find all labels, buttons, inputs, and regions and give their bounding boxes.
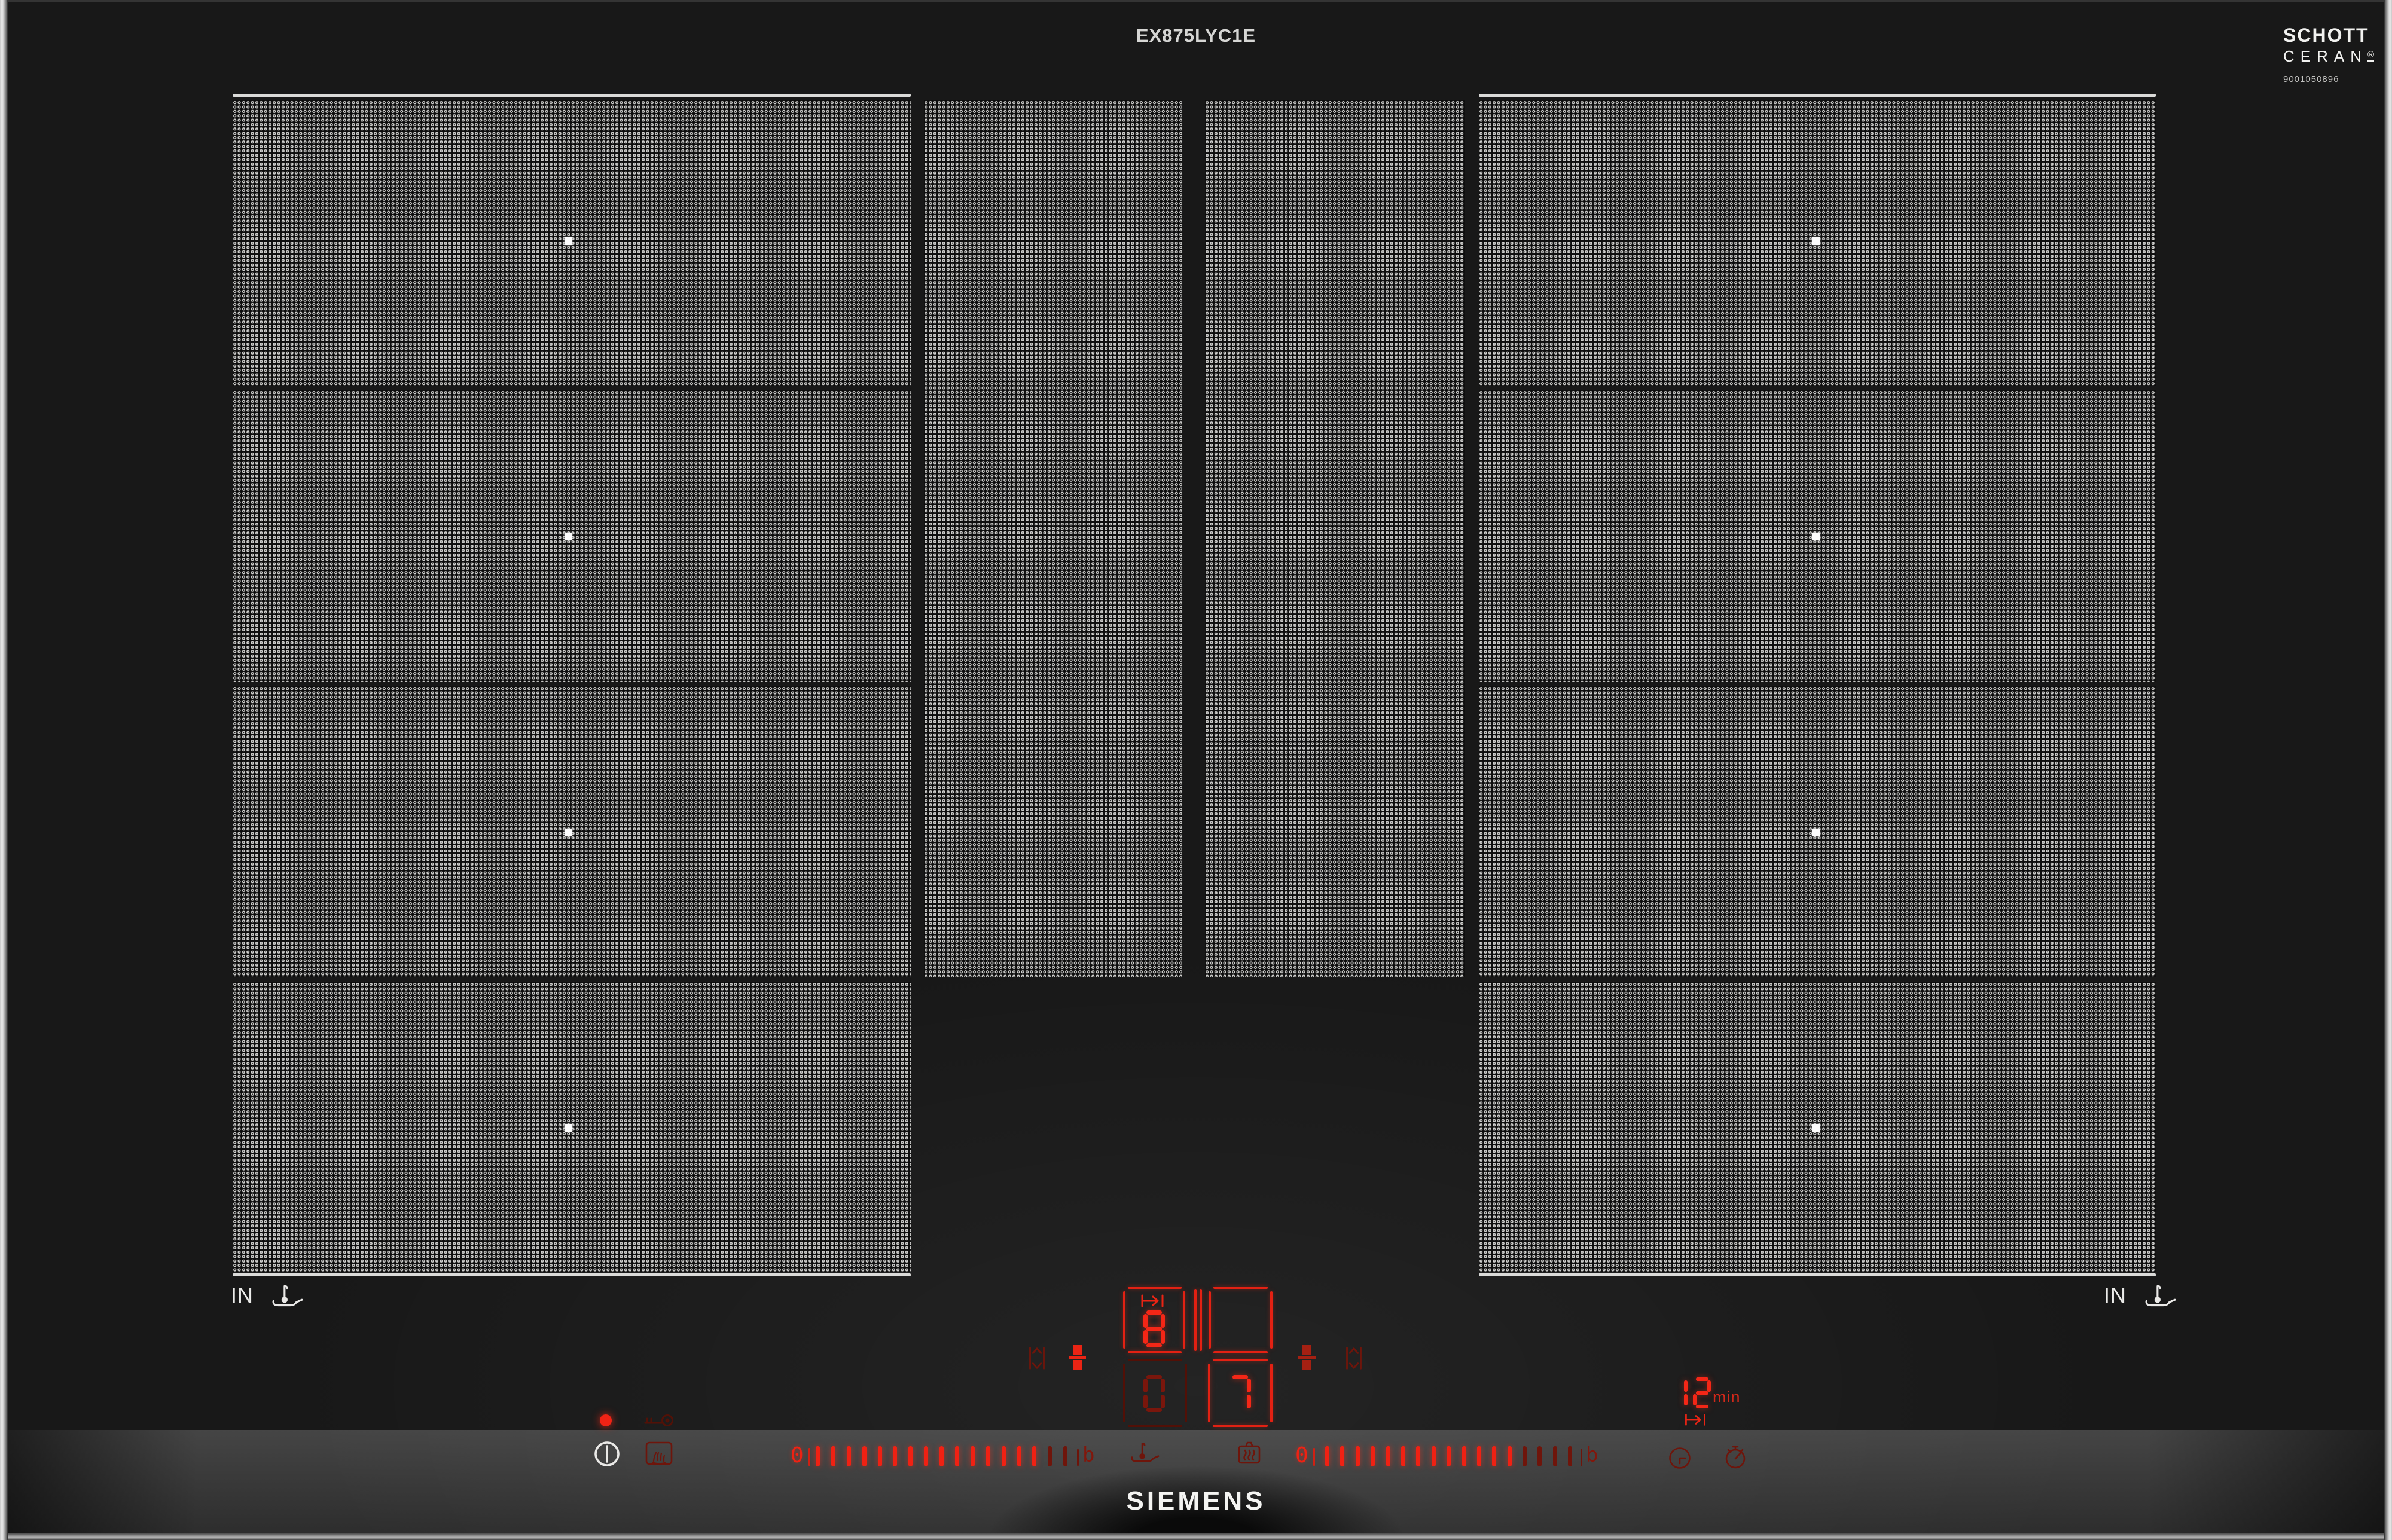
slider-tick-track[interactable] [816, 1446, 1068, 1466]
right-zone-bottom-line [1479, 1273, 2156, 1276]
clock-icon[interactable] [1667, 1446, 1692, 1471]
slider-start-line [808, 1448, 810, 1466]
stopwatch-icon[interactable] [1722, 1442, 1749, 1471]
level-digit [1229, 1375, 1251, 1412]
ceran-wordmark: CERAN® [2283, 47, 2375, 65]
timer-unit-label: min [1713, 1388, 1741, 1406]
brand-logo: SIEMENS [1126, 1486, 1266, 1515]
pot-position-marker [565, 829, 572, 836]
pot-position-marker [1812, 829, 1820, 836]
pot-position-marker [1812, 533, 1820, 540]
slider-start-line [1313, 1448, 1315, 1466]
pot-position-marker [565, 1124, 572, 1132]
move-vertical-icon[interactable] [1344, 1345, 1363, 1371]
approval-number: 9001050896 [2283, 74, 2339, 84]
right-induction-label: IN [2104, 1283, 2126, 1307]
pan-thermometer-icon [272, 1285, 303, 1307]
slider-zero-label: 0 [1295, 1443, 1308, 1468]
center-left-strip [924, 100, 1182, 977]
induction-cooktop-surface: EX875LYC1E SCHOTT CERAN® 9001050896 IN I… [0, 0, 2392, 1540]
slider-end-line [1581, 1449, 1582, 1466]
pot-position-marker [565, 533, 572, 540]
slider-tick-track[interactable] [1325, 1446, 1573, 1466]
schott-wordmark: SCHOTT [2283, 25, 2369, 46]
schott-ceran-logo: SCHOTT CERAN® 9001050896 [2283, 25, 2375, 84]
move-vertical-icon[interactable] [1027, 1345, 1046, 1371]
zone-divider-bars [1194, 1289, 1197, 1351]
timer-digits [1670, 1377, 1711, 1408]
bottom-bezel [0, 1533, 2392, 1540]
left-zone-top-line [233, 94, 911, 97]
left-induction-label: IN [231, 1283, 254, 1307]
key-icon[interactable] [643, 1412, 675, 1429]
top-bezel [0, 0, 2392, 2]
arrow-to-bar-icon [1685, 1414, 1705, 1426]
hand-wipe-icon[interactable] [645, 1440, 673, 1467]
right-zone-top-line [1479, 94, 2156, 97]
slider-zero-label: 0 [791, 1443, 804, 1468]
power-icon[interactable] [592, 1439, 622, 1469]
pot-steam-icon[interactable] [1237, 1441, 1262, 1467]
pot-position-marker [565, 237, 572, 245]
zone-divider-bars [1200, 1289, 1202, 1351]
stacked-squares-icon[interactable] [1068, 1343, 1087, 1372]
slider-end-line [1077, 1449, 1079, 1466]
pan-thermometer-icon[interactable] [1129, 1440, 1160, 1466]
pot-position-marker [1812, 237, 1820, 245]
left-zone-bottom-line [233, 1273, 911, 1276]
pan-thermometer-icon [2145, 1285, 2176, 1307]
right-bezel [2384, 0, 2392, 1540]
stacked-squares-icon[interactable] [1298, 1343, 1316, 1372]
level-digit [1143, 1310, 1165, 1348]
power-status-led [600, 1414, 612, 1426]
boost-label[interactable]: b [1082, 1443, 1094, 1467]
center-right-strip [1205, 100, 1465, 977]
arrow-to-bar-icon [1141, 1294, 1164, 1307]
model-number: EX875LYC1E [1136, 25, 1256, 46]
left-bezel [0, 0, 8, 1540]
registered-trademark: ® [2367, 50, 2375, 62]
pot-position-marker [1812, 1124, 1820, 1132]
control-strip [8, 1430, 2384, 1534]
boost-label[interactable]: b [1586, 1443, 1598, 1467]
level-digit [1143, 1375, 1165, 1412]
